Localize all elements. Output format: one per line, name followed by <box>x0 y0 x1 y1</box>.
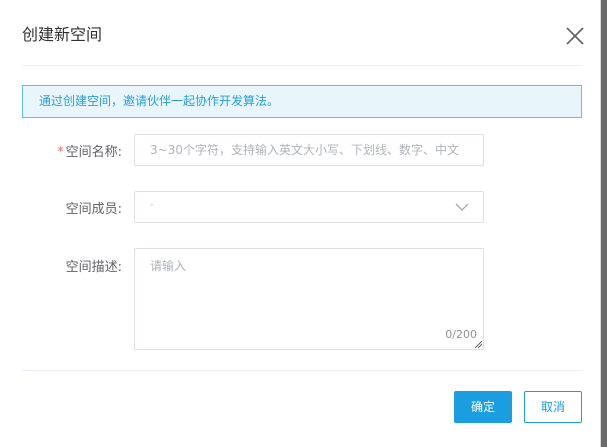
space-name-input[interactable] <box>135 135 483 165</box>
description-label-row: 空间描述: <box>0 256 122 276</box>
footer-divider <box>22 370 582 371</box>
chevron-down-icon <box>455 203 469 211</box>
members-select-value: · <box>150 198 154 212</box>
header-divider <box>22 65 582 66</box>
resize-handle-icon[interactable] <box>475 341 482 348</box>
name-input-wrapper <box>134 134 484 166</box>
name-label-row: * 空间名称: <box>0 141 122 161</box>
members-label-row: 空间成员: <box>0 198 122 218</box>
create-space-dialog: 创建新空间 通过创建空间，邀请伙伴一起协作开发算法。 *空间名称: 空间成员: … <box>0 0 601 447</box>
cancel-button[interactable]: 取消 <box>524 391 582 423</box>
close-icon <box>566 27 584 45</box>
members-select[interactable]: · <box>134 191 484 223</box>
space-description-textarea[interactable] <box>135 249 483 349</box>
close-button[interactable] <box>564 25 586 47</box>
dialog-header: 创建新空间 <box>0 0 601 66</box>
dialog-title: 创建新空间 <box>22 25 103 44</box>
members-label: 空间成员: <box>65 202 122 217</box>
info-banner: 通过创建空间，邀请伙伴一起协作开发算法。 <box>22 85 582 118</box>
description-textarea-wrapper: 0/200 <box>134 248 484 350</box>
name-label: * 空间名称: <box>2 141 122 160</box>
word-count: 0/200 <box>445 328 477 341</box>
confirm-button[interactable]: 确定 <box>454 391 512 423</box>
required-mark: * <box>57 145 64 160</box>
description-label: 空间描述: <box>65 260 122 275</box>
name-label-text: 空间名称: <box>65 145 122 160</box>
